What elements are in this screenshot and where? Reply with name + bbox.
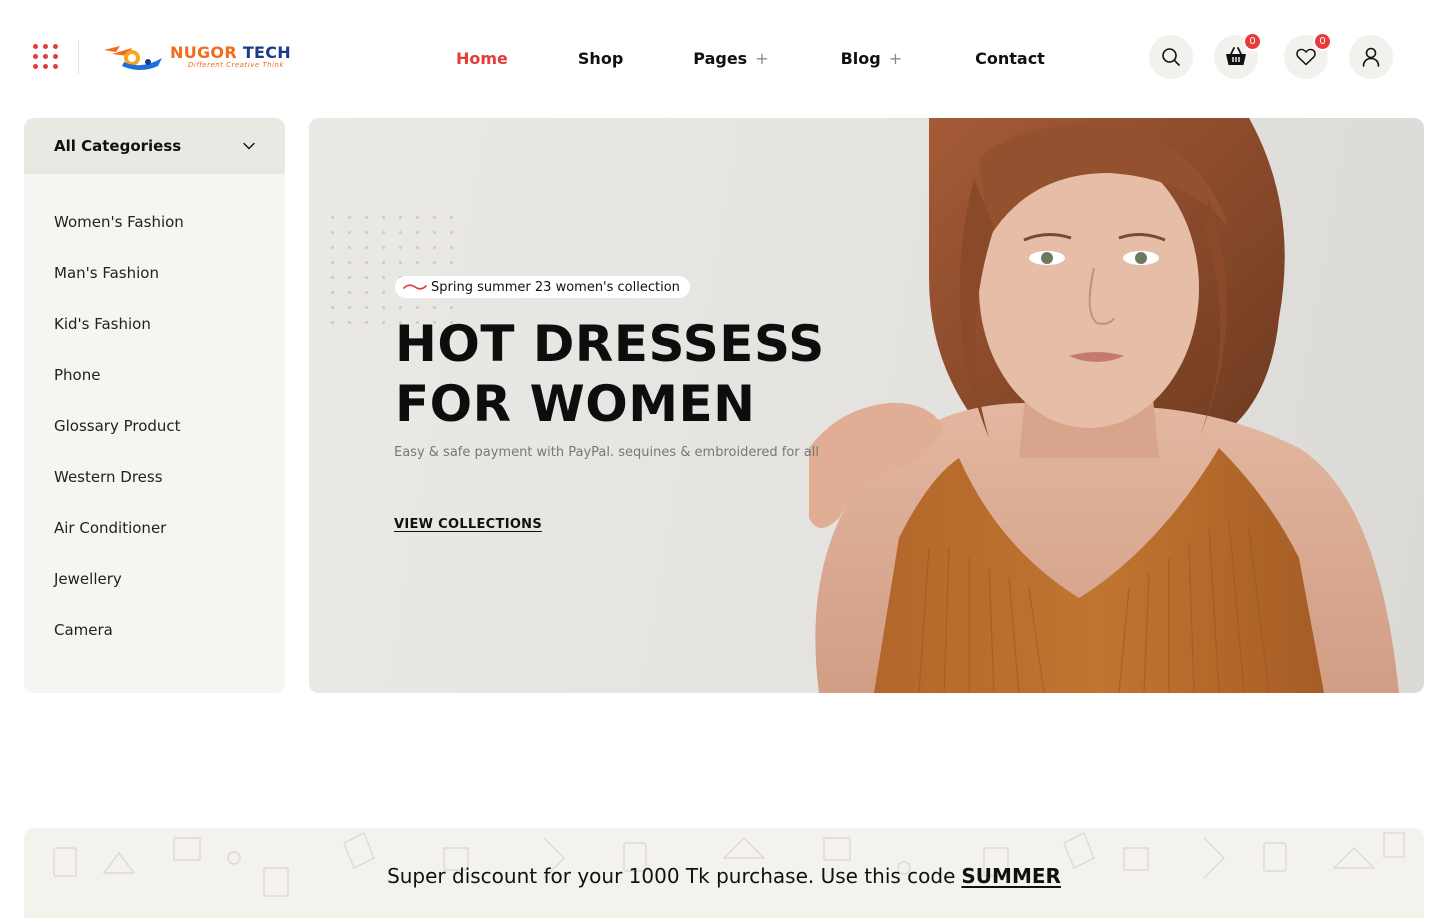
hero-dot-pattern [331, 216, 454, 324]
search-icon [1162, 48, 1180, 66]
category-item-womens-fashion[interactable]: Women's Fashion [24, 196, 285, 247]
category-item-phone[interactable]: Phone [24, 349, 285, 400]
promo-code[interactable]: SUMMER [961, 864, 1061, 888]
hero-subtitle: Easy & safe payment with PayPal. sequine… [394, 445, 819, 460]
wishlist-button[interactable]: 0 [1284, 32, 1332, 79]
brand-tagline: Different Creative Think [188, 61, 285, 69]
main-nav: Home Shop Pages + Blog + Contact [456, 46, 1045, 70]
category-item-glossary-product[interactable]: Glossary Product [24, 400, 285, 451]
category-list: Women's Fashion Man's Fashion Kid's Fash… [24, 174, 285, 655]
squiggle-icon [403, 284, 427, 290]
hero-tag-text: Spring summer 23 women's collection [431, 279, 680, 295]
cart-button[interactable]: 0 [1214, 32, 1262, 79]
plus-icon: + [888, 48, 903, 68]
hero-title-line1: HOT DRESSESS [395, 315, 825, 373]
hero-title-line2: FOR WOMEN [395, 375, 756, 433]
nav-pages[interactable]: Pages + [693, 49, 768, 68]
view-collections-link[interactable]: VIEW COLLECTIONS [394, 517, 542, 532]
account-button[interactable] [1349, 35, 1393, 79]
nav-blog-label: Blog [840, 48, 881, 68]
apps-grid-icon[interactable] [33, 44, 59, 70]
heart-icon [1296, 48, 1316, 66]
hero-banner: Spring summer 23 women's collection HOT … [309, 118, 1424, 693]
hero-title: HOT DRESSESS FOR WOMEN [395, 314, 825, 434]
hero-model-image [809, 118, 1399, 693]
brand-name-primary: NUGOR [170, 43, 237, 62]
site-header: NUGOR TECH Different Creative Think Home… [0, 0, 1445, 115]
plus-icon: + [755, 48, 769, 68]
nav-contact-label: Contact [975, 48, 1045, 68]
category-item-mans-fashion[interactable]: Man's Fashion [24, 247, 285, 298]
search-button[interactable] [1149, 35, 1193, 79]
brand-name: NUGOR TECH [170, 43, 291, 62]
header-divider [78, 40, 79, 74]
category-item-jewellery[interactable]: Jewellery [24, 553, 285, 604]
category-item-air-conditioner[interactable]: Air Conditioner [24, 502, 285, 553]
nav-home[interactable]: Home [456, 49, 508, 68]
chevron-down-icon [243, 142, 255, 150]
wishlist-count-badge: 0 [1313, 32, 1332, 51]
promo-message: Super discount for your 1000 Tk purchase… [24, 864, 1424, 888]
promo-text: Super discount for your 1000 Tk purchase… [387, 864, 956, 888]
nav-pages-label: Pages [693, 48, 748, 68]
category-sidebar-title: All Categoriess [54, 137, 182, 155]
hero-collection-tag: Spring summer 23 women's collection [395, 276, 690, 298]
all-categories-toggle[interactable]: All Categoriess [24, 118, 285, 174]
nav-contact[interactable]: Contact [975, 49, 1045, 68]
category-sidebar: All Categoriess Women's Fashion Man's Fa… [24, 118, 285, 693]
category-item-kids-fashion[interactable]: Kid's Fashion [24, 298, 285, 349]
brand-logo[interactable]: NUGOR TECH Different Creative Think [102, 40, 312, 74]
brand-name-secondary: TECH [242, 43, 291, 62]
nav-blog[interactable]: Blog + [841, 49, 903, 68]
basket-icon [1226, 47, 1246, 65]
nav-shop[interactable]: Shop [578, 49, 623, 68]
cart-count-badge: 0 [1243, 32, 1262, 51]
nav-shop-label: Shop [577, 48, 624, 68]
promo-strip: Super discount for your 1000 Tk purchase… [24, 828, 1424, 918]
user-icon [1362, 47, 1380, 67]
nav-home-label: Home [456, 48, 508, 68]
category-item-camera[interactable]: Camera [24, 604, 285, 655]
category-item-western-dress[interactable]: Western Dress [24, 451, 285, 502]
logo-mark-icon [104, 46, 162, 70]
